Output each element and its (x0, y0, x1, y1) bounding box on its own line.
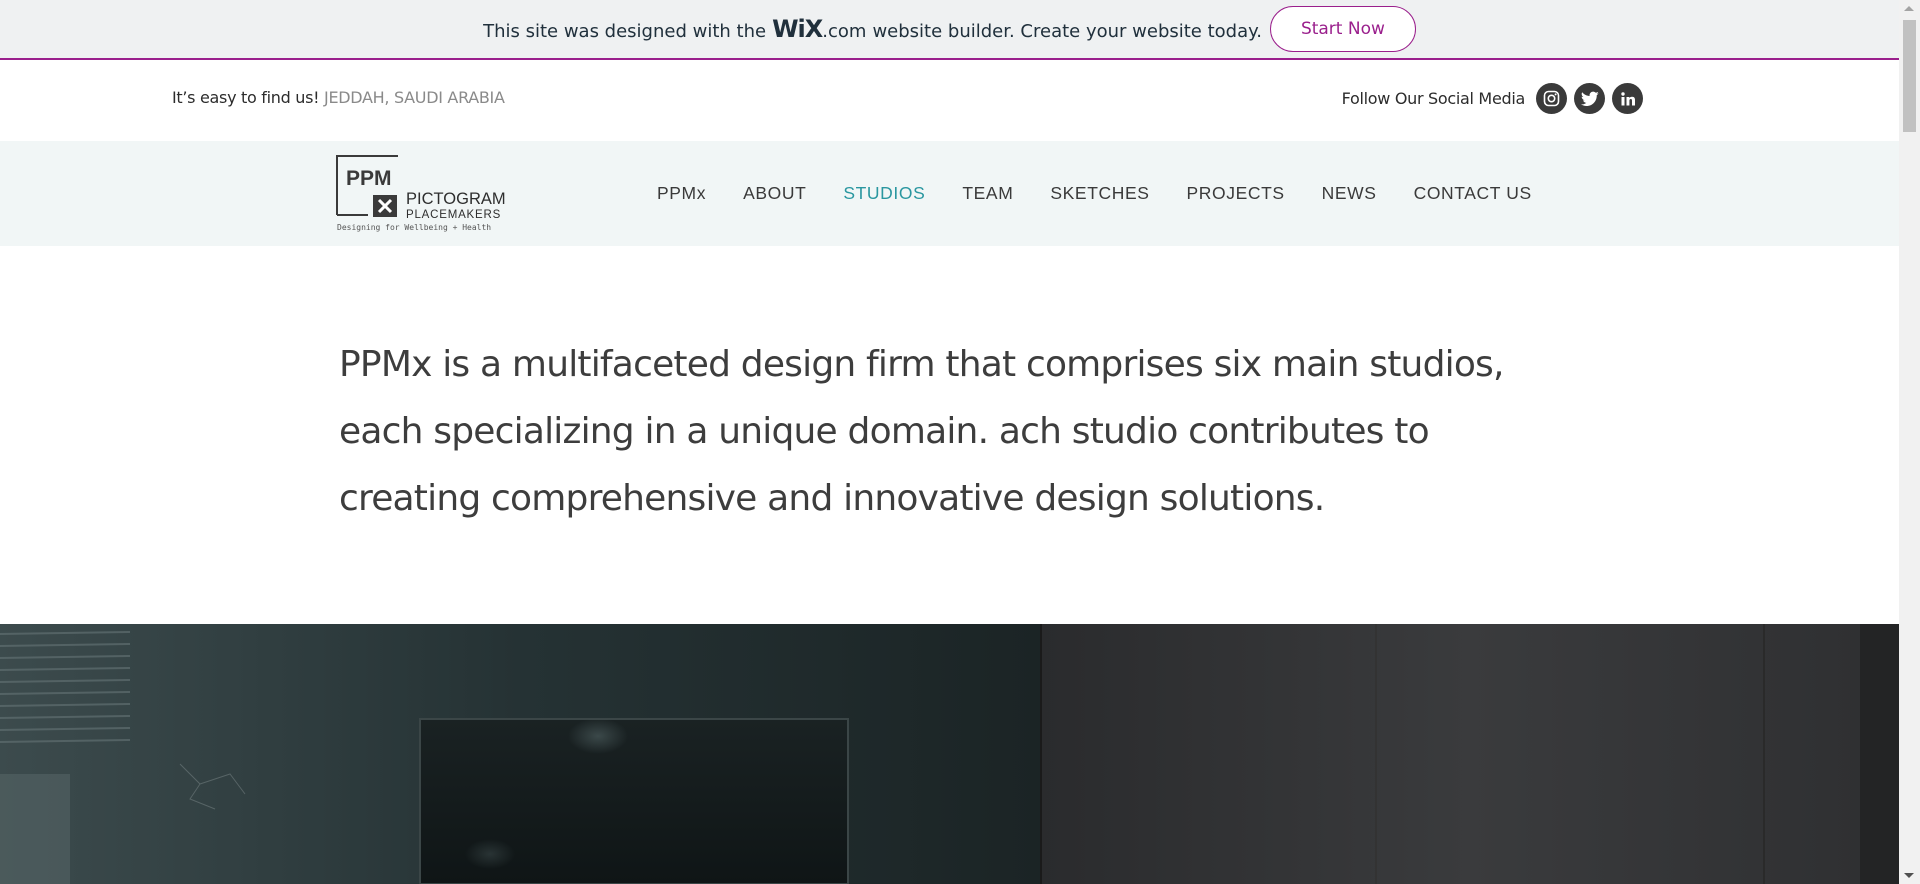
page-scrollbar[interactable] (1899, 0, 1920, 884)
start-now-button[interactable]: Start Now (1269, 6, 1416, 52)
wix-logo[interactable]: WiX (772, 15, 823, 43)
main-header: PPM PICTOGRAM PLACEMAKERS Designing for … (0, 141, 1899, 246)
nav-item-studios[interactable]: STUDIOS (843, 183, 925, 204)
nav-item-team[interactable]: TEAM (962, 183, 1013, 204)
nav-item-news[interactable]: NEWS (1322, 183, 1377, 204)
nav-item-sketches[interactable]: SKETCHES (1050, 183, 1149, 204)
instagram-icon[interactable] (1536, 83, 1567, 114)
scroll-up-icon[interactable] (1904, 6, 1914, 11)
logo-tagline: Designing for Wellbeing + Health (337, 223, 491, 232)
nav-item-contact-us[interactable]: CONTACT US (1414, 183, 1532, 204)
find-us-label: It’s easy to find us! (172, 88, 320, 107)
scroll-down-icon[interactable] (1904, 873, 1914, 878)
hero-interior-image (0, 624, 1899, 884)
social-label: Follow Our Social Media (1341, 89, 1526, 108)
wix-banner-text-before: This site was designed with the (483, 21, 767, 42)
ppm-logo[interactable]: PPM PICTOGRAM PLACEMAKERS Designing for … (336, 155, 516, 233)
studios-intro-text: PPMx is a multifaceted design firm that … (339, 344, 1504, 519)
twitter-icon[interactable] (1574, 83, 1605, 114)
logo-ppm-text: PPM (346, 167, 392, 190)
wix-banner-text-after: website builder. Create your website tod… (872, 21, 1262, 42)
wix-dotcom: .com (822, 21, 867, 42)
main-nav: PPMx ABOUT STUDIOS TEAM SKETCHES PROJECT… (657, 141, 1569, 246)
scrollbar-thumb[interactable] (1903, 20, 1916, 132)
linkedin-icon[interactable] (1612, 83, 1643, 114)
find-us-text: It’s easy to find us! JEDDAH, SAUDI ARAB… (172, 88, 505, 107)
nav-item-about[interactable]: ABOUT (743, 183, 806, 204)
logo-placemakers-text: PLACEMAKERS (406, 209, 501, 221)
wix-banner-text: This site was designed with the WiX .com… (483, 15, 1262, 43)
nav-item-ppmx[interactable]: PPMx (657, 183, 706, 204)
wix-banner: This site was designed with the WiX .com… (0, 0, 1899, 60)
nav-item-projects[interactable]: PROJECTS (1187, 183, 1285, 204)
location-text: JEDDAH, SAUDI ARABIA (324, 88, 505, 107)
social-links: Follow Our Social Media (1342, 83, 1643, 114)
logo-pictogram-text: PICTOGRAM (406, 190, 506, 208)
top-info-bar: It’s easy to find us! JEDDAH, SAUDI ARAB… (0, 62, 1899, 141)
